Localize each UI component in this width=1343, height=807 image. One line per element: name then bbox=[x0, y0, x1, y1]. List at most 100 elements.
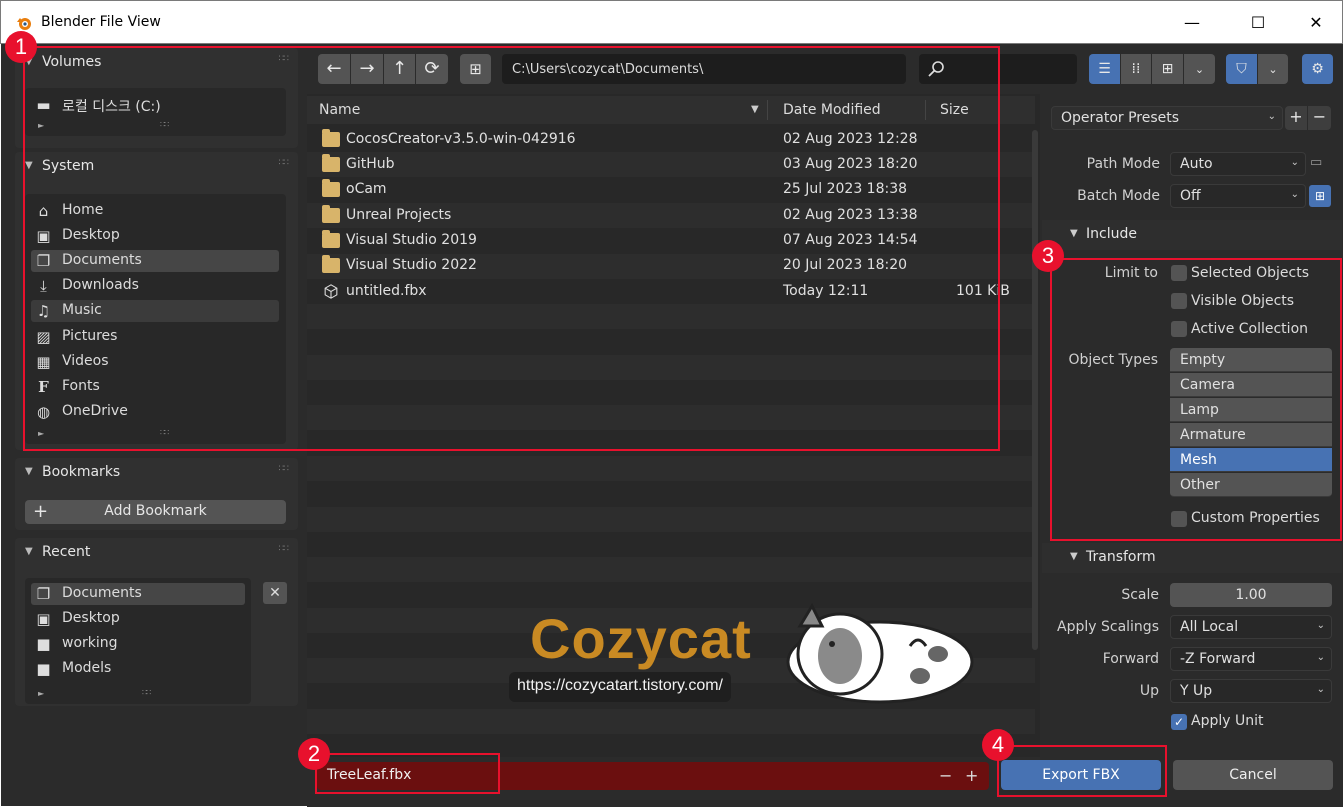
scale-label: Scale bbox=[1121, 587, 1159, 603]
recent-list: ❐ Documents ▣ Desktop ■ working ■ Models ► ∷∷ bbox=[25, 578, 251, 704]
annotation-badge-2: 2 bbox=[298, 738, 330, 770]
chevron-down-icon: ⌄ bbox=[1194, 63, 1205, 76]
folder-plus-icon: ⊞ bbox=[1314, 189, 1326, 203]
chevron-down-icon: ⌄ bbox=[1316, 620, 1325, 631]
recent-item-desktop[interactable]: ▣ Desktop bbox=[31, 608, 245, 630]
annotation-box-2 bbox=[315, 753, 500, 794]
batch-own-dir-button[interactable]: ⊞ bbox=[1309, 185, 1331, 207]
transform-section-header[interactable]: ▼ Transform bbox=[1042, 543, 1342, 573]
annotation-badge-1: 1 bbox=[5, 31, 37, 63]
close-icon: ✕ bbox=[269, 585, 281, 601]
include-title: Include bbox=[1086, 226, 1137, 242]
apply-scalings-value: All Local bbox=[1180, 619, 1239, 635]
increment-filename-button[interactable]: + bbox=[965, 766, 978, 785]
forward-value: -Z Forward bbox=[1180, 651, 1256, 667]
up-axis-dropdown[interactable]: Y Up ⌄ bbox=[1170, 679, 1332, 703]
thumbnail-view-button[interactable]: ⊞ bbox=[1152, 54, 1183, 84]
chevron-down-icon: ⌄ bbox=[1267, 111, 1276, 122]
scale-field[interactable]: 1.00 bbox=[1170, 583, 1332, 607]
include-section-header[interactable]: ▼ Include bbox=[1042, 220, 1342, 250]
recent-item-models[interactable]: ■ Models bbox=[31, 658, 245, 680]
file-list-scrollbar[interactable] bbox=[1032, 130, 1038, 650]
apply-unit-checkbox[interactable]: ✓ bbox=[1171, 714, 1187, 730]
drag-grip-icon[interactable]: ∷∷ bbox=[279, 544, 290, 554]
display-settings-dropdown[interactable]: ⌄ bbox=[1184, 54, 1215, 84]
gear-icon: ⚙ bbox=[1311, 61, 1324, 77]
clear-recent-button[interactable]: ✕ bbox=[263, 582, 287, 604]
blender-logo-icon bbox=[17, 18, 31, 30]
annotation-badge-3: 3 bbox=[1032, 240, 1064, 272]
path-mode-dropdown[interactable]: Auto ⌄ bbox=[1170, 152, 1306, 176]
add-preset-button[interactable]: + bbox=[1285, 106, 1307, 130]
drag-grip-icon[interactable]: ∷∷ bbox=[279, 464, 290, 474]
folder-icon: ■ bbox=[36, 635, 51, 653]
recent-panel: ▼ Recent ∷∷ ❐ Documents ▣ Desktop ■ working ■… bbox=[15, 538, 298, 706]
presets-label: Operator Presets bbox=[1061, 110, 1180, 126]
recent-item-label: working bbox=[62, 635, 118, 651]
options-button[interactable]: ⚙ bbox=[1302, 54, 1333, 84]
cat-mascot-icon bbox=[786, 602, 974, 704]
cancel-button[interactable]: Cancel bbox=[1173, 760, 1333, 790]
recent-item-working[interactable]: ■ working bbox=[31, 633, 245, 655]
forward-axis-dropdown[interactable]: -Z Forward ⌄ bbox=[1170, 647, 1332, 671]
recent-item-label: Desktop bbox=[62, 610, 120, 626]
batch-mode-label: Batch Mode bbox=[1077, 188, 1160, 204]
chevron-down-icon: ⌄ bbox=[1316, 652, 1325, 663]
embed-textures-icon[interactable]: ▭ bbox=[1310, 155, 1332, 173]
operator-presets-dropdown[interactable]: Operator Presets ⌄ bbox=[1051, 106, 1283, 130]
annotation-box-1 bbox=[23, 46, 1000, 451]
recent-item-label: Models bbox=[62, 660, 112, 676]
vertical-list-view-button[interactable]: ☰ bbox=[1089, 54, 1120, 84]
remove-preset-button[interactable]: − bbox=[1308, 106, 1331, 130]
row-stripe bbox=[307, 557, 1035, 583]
bookmarks-title: Bookmarks bbox=[42, 464, 121, 480]
list-view-icon: ☰ bbox=[1098, 61, 1111, 77]
recent-title: Recent bbox=[42, 544, 91, 560]
path-mode-label: Path Mode bbox=[1086, 156, 1160, 172]
chevron-down-icon: ▼ bbox=[1070, 551, 1078, 562]
recent-item-documents[interactable]: ❐ Documents bbox=[31, 583, 245, 605]
path-mode-value: Auto bbox=[1180, 156, 1213, 172]
columns-view-icon: ⁞⁞ bbox=[1131, 61, 1141, 77]
row-stripe bbox=[307, 708, 1035, 734]
batch-mode-dropdown[interactable]: Off ⌄ bbox=[1170, 184, 1306, 208]
grid-view-icon: ⊞ bbox=[1161, 61, 1174, 77]
minus-icon: − bbox=[1312, 107, 1327, 126]
horizontal-list-view-button[interactable]: ⁞⁞ bbox=[1121, 54, 1151, 84]
chevron-down-icon: ▼ bbox=[25, 546, 33, 557]
apply-scalings-label: Apply Scalings bbox=[1057, 619, 1159, 635]
documents-icon: ❐ bbox=[36, 585, 51, 603]
bookmarks-panel: ▼ Bookmarks ∷∷ + Add Bookmark bbox=[15, 458, 298, 530]
minimize-button[interactable]: — bbox=[1169, 9, 1215, 37]
bookmarks-header[interactable]: ▼ Bookmarks ∷∷ bbox=[15, 458, 298, 486]
decrement-filename-button[interactable]: − bbox=[939, 766, 952, 785]
maximize-button[interactable]: ☐ bbox=[1235, 9, 1281, 37]
desktop-icon: ▣ bbox=[36, 610, 51, 628]
row-stripe bbox=[307, 455, 1035, 481]
folder-icon: ■ bbox=[36, 660, 51, 678]
plus-icon: + bbox=[1289, 107, 1303, 126]
transform-title: Transform bbox=[1086, 549, 1156, 565]
watermark-title: Cozycat bbox=[530, 607, 752, 670]
recent-header[interactable]: ▼ Recent ∷∷ bbox=[15, 538, 298, 566]
filter-toggle-button[interactable]: ⛉ bbox=[1226, 54, 1257, 84]
resize-grip-icon[interactable]: ∷∷ bbox=[142, 688, 151, 697]
chevron-down-icon: ⌄ bbox=[1290, 157, 1299, 168]
filter-icon: ⛉ bbox=[1236, 61, 1247, 77]
watermark-url: https://cozycatart.tistory.com/ bbox=[509, 672, 731, 702]
add-bookmark-button[interactable]: + Add Bookmark bbox=[25, 500, 286, 524]
close-button[interactable]: ✕ bbox=[1293, 9, 1339, 37]
expand-triangle-icon[interactable]: ► bbox=[38, 689, 44, 698]
add-bookmark-label: Add Bookmark bbox=[104, 503, 207, 519]
chevron-down-icon: ⌄ bbox=[1316, 684, 1325, 695]
apply-scalings-dropdown[interactable]: All Local ⌄ bbox=[1170, 615, 1332, 639]
up-value: Y Up bbox=[1180, 683, 1213, 699]
checkmark-icon: ✓ bbox=[1173, 715, 1185, 729]
annotation-box-4 bbox=[997, 745, 1167, 797]
chevron-down-icon: ▼ bbox=[25, 466, 33, 477]
filter-settings-dropdown[interactable]: ⌄ bbox=[1258, 54, 1288, 84]
window-title: Blender File View bbox=[41, 14, 161, 30]
forward-label: Forward bbox=[1102, 651, 1159, 667]
chevron-down-icon: ⌄ bbox=[1290, 189, 1299, 200]
apply-unit-label: Apply Unit bbox=[1191, 713, 1264, 729]
